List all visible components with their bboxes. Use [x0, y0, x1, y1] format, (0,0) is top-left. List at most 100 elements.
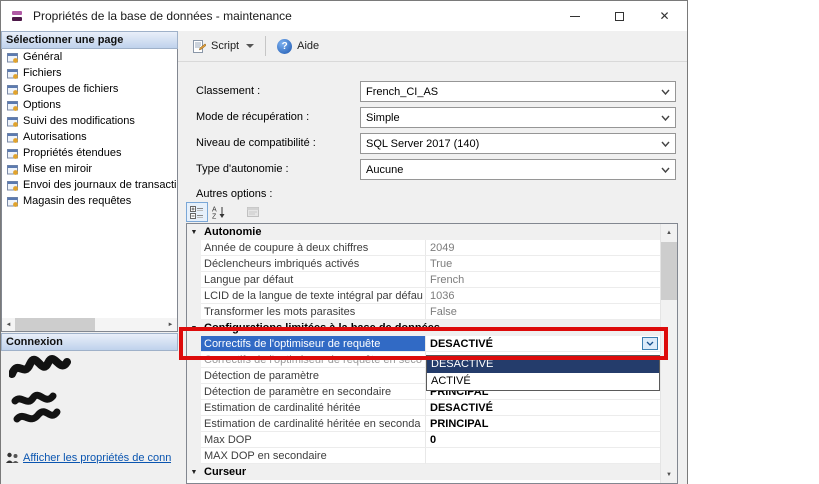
property-name: LCID de la langue de texte intégral par …	[201, 288, 426, 304]
property-row-two-digit-cutoff[interactable]: Année de coupure à deux chiffres 2049	[187, 240, 660, 256]
property-value[interactable]: 0	[426, 432, 660, 448]
sidebar-item-mise-en-miroir[interactable]: Mise en miroir	[2, 161, 177, 177]
category-expand-icon[interactable]: ▼	[191, 325, 198, 332]
sidebar-item-label: Options	[23, 99, 61, 111]
sort-alpha-icon: AZ	[212, 207, 225, 219]
script-icon	[193, 39, 206, 53]
property-row-nested-triggers[interactable]: Déclencheurs imbriqués activés True	[187, 256, 660, 272]
script-button[interactable]: Script	[186, 35, 260, 58]
view-connection-properties-link[interactable]: Afficher les propriétés de conn	[23, 452, 171, 464]
database-properties-dialog: Propriétés de la base de données - maint…	[0, 0, 688, 484]
collation-value: French_CI_AS	[366, 85, 439, 98]
property-name: MAX DOP en secondaire	[201, 448, 426, 464]
category-row-database-scoped-configurations[interactable]: ▼ Configurations limitées à la base de d…	[187, 320, 660, 336]
close-button[interactable]: ✕	[642, 1, 687, 31]
toolbar-separator	[265, 36, 267, 56]
sidebar-item-label: Général	[23, 51, 63, 63]
sidebar-item-options[interactable]: Options	[2, 97, 177, 113]
recovery-model-select[interactable]: Simple	[360, 107, 676, 128]
property-value[interactable]: French	[426, 272, 660, 288]
property-grid-toolbar: AZ	[186, 201, 264, 223]
property-name: Détection de paramètre	[201, 368, 426, 384]
value-dropdown-button[interactable]	[642, 337, 658, 350]
property-row-fulltext-lcid[interactable]: LCID de la langue de texte intégral par …	[187, 288, 660, 304]
sidebar-item-groupes-de-fichiers[interactable]: Groupes de fichiers	[2, 81, 177, 97]
dropdown-option-active[interactable]: ACTIVÉ	[427, 373, 659, 390]
containment-type-select[interactable]: Aucune	[360, 159, 676, 180]
sidebar-item-magasin-des-requetes[interactable]: Magasin des requêtes	[2, 193, 177, 209]
window-title: Propriétés de la base de données - maint…	[33, 9, 292, 23]
page-list: Général Fichiers Groupes de fichiers Opt…	[1, 49, 178, 332]
property-name: Détection de paramètre en secondaire	[201, 384, 426, 400]
property-value[interactable]: True	[426, 256, 660, 272]
script-button-label: Script	[211, 40, 240, 52]
page-list-horizontal-scrollbar[interactable]: ◄ ►	[2, 318, 177, 331]
scrollbar-thumb[interactable]	[15, 318, 95, 331]
sidebar-item-label: Groupes de fichiers	[23, 83, 119, 95]
page-icon	[7, 116, 18, 127]
connection-header: Connexion	[1, 333, 178, 351]
property-grid-vertical-scrollbar[interactable]: ▲ ▼	[660, 224, 677, 483]
chevron-down-icon	[656, 83, 674, 100]
scroll-right-button[interactable]: ►	[164, 318, 177, 331]
property-row-legacy-cardinality-estimation-secondary[interactable]: Estimation de cardinalité héritée en sec…	[187, 416, 660, 432]
category-expand-icon[interactable]: ▼	[191, 469, 198, 476]
containment-type-value: Aucune	[366, 163, 404, 176]
property-value[interactable]: False	[426, 304, 660, 320]
minimize-icon	[569, 15, 580, 17]
property-value[interactable]: PRINCIPAL	[426, 416, 660, 432]
help-button[interactable]: ? Aide	[271, 35, 325, 58]
property-name: Max DOP	[201, 432, 426, 448]
page-icon	[7, 164, 18, 175]
property-name: Langue par défaut	[201, 272, 426, 288]
scrollbar-thumb[interactable]	[661, 242, 677, 300]
sidebar-item-label: Envoi des journaux de transacti	[23, 179, 177, 191]
page-icon	[7, 84, 18, 95]
property-row-default-language[interactable]: Langue par défaut French	[187, 272, 660, 288]
sidebar-item-envoi-des-journaux[interactable]: Envoi des journaux de transacti	[2, 177, 177, 193]
scroll-up-button[interactable]: ▲	[661, 224, 677, 241]
collation-select[interactable]: French_CI_AS	[360, 81, 676, 102]
compatibility-level-select[interactable]: SQL Server 2017 (140)	[360, 133, 676, 154]
property-value-editor[interactable]: DESACTIVÉ	[426, 336, 660, 352]
property-value[interactable]	[426, 448, 660, 464]
compatibility-level-label: Niveau de compatibilité :	[196, 137, 316, 149]
window-controls: ✕	[552, 1, 687, 31]
sidebar-item-fichiers[interactable]: Fichiers	[2, 65, 177, 81]
sidebar-item-label: Mise en miroir	[23, 163, 93, 175]
minimize-button[interactable]	[552, 1, 597, 31]
category-label: Curseur	[201, 464, 660, 480]
property-value[interactable]: DESACTIVÉ	[426, 400, 660, 416]
category-row-curseur[interactable]: ▼ Curseur	[187, 464, 660, 480]
sidebar-item-label: Fichiers	[23, 67, 62, 79]
main-panel: Script ? Aide Classement : French_CI_AS …	[178, 31, 687, 484]
compatibility-level-value: SQL Server 2017 (140)	[366, 137, 480, 150]
scroll-down-button[interactable]: ▼	[661, 466, 677, 483]
alphabetical-sort-button[interactable]: AZ	[208, 202, 230, 222]
sidebar-item-label: Suivi des modifications	[23, 115, 135, 127]
maximize-button[interactable]	[597, 1, 642, 31]
app-icon	[9, 8, 25, 24]
page-icon	[7, 68, 18, 79]
property-row-max-dop-secondary[interactable]: MAX DOP en secondaire	[187, 448, 660, 464]
property-row-legacy-cardinality-estimation[interactable]: Estimation de cardinalité héritée DESACT…	[187, 400, 660, 416]
sidebar-item-suivi-des-modifications[interactable]: Suivi des modifications	[2, 113, 177, 129]
dropdown-option-desactive[interactable]: DESACTIVÉ	[427, 356, 659, 373]
categorized-view-button[interactable]	[186, 202, 208, 222]
property-value: DESACTIVÉ	[430, 338, 493, 350]
sidebar-item-proprietes-etendues[interactable]: Propriétés étendues	[2, 145, 177, 161]
property-value[interactable]: 1036	[426, 288, 660, 304]
page-icon	[7, 132, 18, 143]
maximize-icon	[615, 11, 624, 21]
property-row-query-optimizer-hotfixes[interactable]: Correctifs de l'optimiseur de requête DE…	[187, 336, 660, 352]
scroll-left-button[interactable]: ◄	[2, 318, 15, 331]
recovery-model-value: Simple	[366, 111, 400, 124]
property-row-max-dop[interactable]: Max DOP 0	[187, 432, 660, 448]
property-value[interactable]: 2049	[426, 240, 660, 256]
category-expand-icon[interactable]: ▼	[191, 229, 198, 236]
property-row-transform-noise-words[interactable]: Transformer les mots parasites False	[187, 304, 660, 320]
sidebar-item-general[interactable]: Général	[2, 49, 177, 65]
collation-label: Classement :	[196, 85, 261, 97]
sidebar-item-autorisations[interactable]: Autorisations	[2, 129, 177, 145]
category-row-autonomie[interactable]: ▼ Autonomie	[187, 224, 660, 240]
